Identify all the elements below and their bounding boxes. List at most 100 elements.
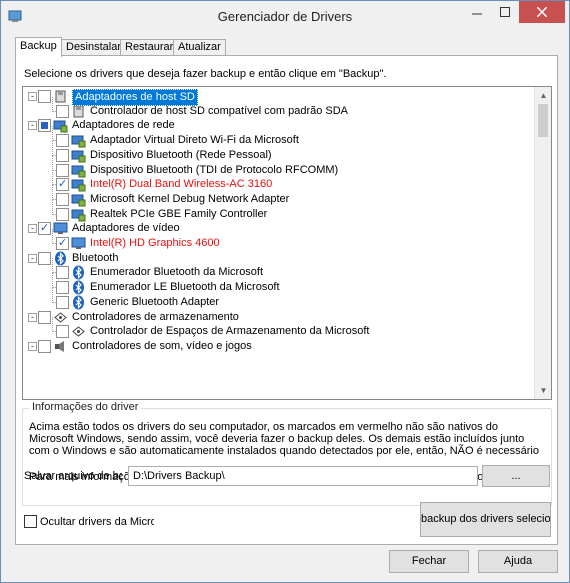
network-adapter-icon: [71, 209, 86, 222]
tab-backup[interactable]: Backup: [15, 37, 62, 57]
tree-scrollbar[interactable]: ▲ ▼: [534, 87, 551, 399]
network-adapter-icon: [71, 194, 86, 207]
tree-driver-item[interactable]: Dispositivo Bluetooth (Rede Pessoal): [23, 140, 533, 163]
tree-driver-item[interactable]: Controlador de Espaços de Armazenamento …: [23, 317, 533, 339]
driver-label[interactable]: Controladores de som, vídeo e jogos: [72, 339, 252, 354]
hide-microsoft-checkbox[interactable]: [24, 515, 37, 528]
tree-category[interactable]: - Adaptadores de rede: [23, 118, 533, 133]
collapse-toggle-icon[interactable]: -: [28, 341, 37, 351]
driver-label[interactable]: Adaptador Virtual Direto Wi-Fi da Micros…: [90, 133, 299, 148]
minimize-button[interactable]: [463, 1, 491, 23]
minimize-icon: [472, 13, 482, 15]
driver-checkbox[interactable]: [38, 119, 51, 133]
driver-label[interactable]: Enumerador LE Bluetooth da Microsoft: [90, 280, 280, 295]
close-button[interactable]: Fechar: [389, 550, 469, 573]
driver-label[interactable]: Generic Bluetooth Adapter: [90, 295, 219, 310]
tree-driver-item[interactable]: Intel(R) Dual Band Wireless-AC 3160: [23, 170, 533, 192]
save-path-label: Salvar arquivo de backup em:: [24, 470, 122, 482]
driver-checkbox[interactable]: [38, 90, 51, 103]
title-bar[interactable]: Gerenciador de Drivers: [1, 1, 569, 32]
driver-label[interactable]: Dispositivo Bluetooth (TDI de Protocolo …: [90, 163, 338, 178]
help-button[interactable]: Ajuda: [478, 550, 558, 573]
driver-checkbox[interactable]: [56, 104, 69, 118]
network-adapter-icon: [71, 150, 86, 163]
driver-checkbox[interactable]: [56, 163, 69, 177]
tab-desinstalar[interactable]: Desinstalar: [61, 39, 127, 56]
tree-category[interactable]: - Bluetooth: [23, 251, 533, 266]
backup-selected-button[interactable]: backup dos drivers selecionados: [420, 502, 551, 537]
driver-checkbox[interactable]: [56, 325, 69, 339]
driver-info-text: Acima estão todos os drivers do seu comp…: [29, 421, 539, 457]
driver-label[interactable]: Adaptadores de rede: [72, 118, 175, 133]
tree-category[interactable]: - Adaptadores de host SD: [23, 89, 533, 106]
driver-checkbox[interactable]: [56, 236, 69, 251]
tree-driver-item[interactable]: Realtek PCIe GBE Family Controller: [23, 199, 533, 222]
browse-button[interactable]: ...: [482, 465, 550, 487]
collapse-toggle-icon[interactable]: -: [28, 253, 37, 263]
driver-info-title: Informações do driver: [29, 401, 142, 413]
driver-checkbox[interactable]: [56, 281, 69, 295]
scroll-down-icon[interactable]: ▼: [535, 382, 551, 399]
tree-category[interactable]: - Controladores de armazenamento: [23, 310, 533, 325]
network-adapter-icon: [53, 120, 68, 133]
hide-microsoft-label[interactable]: Ocultar drivers da Microsoft: [40, 516, 154, 528]
close-window-button[interactable]: [519, 1, 565, 23]
bluetooth-icon: [55, 251, 66, 266]
driver-checkbox[interactable]: [38, 251, 51, 265]
driver-checkbox[interactable]: [56, 207, 69, 221]
maximize-button[interactable]: [491, 1, 519, 23]
tree-category[interactable]: - Controladores de som, vídeo e jogos: [23, 339, 533, 354]
tab-restaurar[interactable]: Restaurar: [120, 39, 179, 56]
bluetooth-icon: [73, 295, 84, 310]
tree-driver-item[interactable]: Enumerador LE Bluetooth da Microsoft: [23, 273, 533, 295]
driver-checkbox[interactable]: [56, 266, 69, 280]
driver-label[interactable]: Adaptadores de vídeo: [72, 221, 180, 236]
driver-checkbox[interactable]: [56, 192, 69, 206]
tree-driver-item[interactable]: Dispositivo Bluetooth (TDI de Protocolo …: [23, 155, 533, 178]
driver-checkbox[interactable]: [56, 295, 69, 309]
driver-label[interactable]: Adaptadores de host SD: [72, 89, 198, 106]
driver-label[interactable]: Controlador de Espaços de Armazenamento …: [90, 324, 369, 339]
driver-label[interactable]: Intel(R) HD Graphics 4600: [90, 236, 220, 251]
driver-tree[interactable]: - Controladores de som, vídeo e jogos Cont…: [22, 86, 552, 400]
speaker-icon: [55, 340, 64, 352]
network-adapter-icon: [71, 165, 86, 177]
driver-label[interactable]: Realtek PCIe GBE Family Controller: [90, 207, 267, 222]
driver-checkbox[interactable]: [38, 339, 51, 353]
tree-driver-item[interactable]: Enumerador Bluetooth da Microsoft: [23, 258, 533, 280]
tab-atualizar[interactable]: Atualizar: [173, 39, 226, 56]
tree-driver-item[interactable]: Microsoft Kernel Debug Network Adapter: [23, 184, 533, 207]
collapse-toggle-icon[interactable]: -: [28, 312, 37, 322]
storage-icon: [72, 326, 85, 337]
driver-checkbox[interactable]: [56, 177, 69, 192]
network-adapter-icon: [71, 135, 86, 148]
driver-manager-window: Gerenciador de Drivers Backup Desinstala…: [0, 0, 570, 583]
tree-category[interactable]: - Adaptadores de vídeo: [23, 221, 533, 236]
driver-checkbox[interactable]: [38, 310, 51, 324]
tree-driver-item[interactable]: Adaptador Virtual Direto Wi-Fi da Micros…: [23, 126, 533, 148]
instruction-text: Selecione os drivers que deseja fazer ba…: [24, 68, 387, 80]
driver-checkbox[interactable]: [56, 148, 69, 162]
save-path-input[interactable]: [128, 466, 478, 486]
sd-card-icon: [55, 90, 66, 103]
driver-label[interactable]: Intel(R) Dual Band Wireless-AC 3160: [90, 177, 272, 192]
network-adapter-icon: [71, 179, 86, 192]
bluetooth-icon: [73, 265, 84, 280]
collapse-toggle-icon[interactable]: -: [28, 224, 37, 234]
collapse-toggle-icon[interactable]: -: [28, 92, 37, 101]
driver-label[interactable]: Dispositivo Bluetooth (Rede Pessoal): [90, 148, 272, 163]
driver-label[interactable]: Enumerador Bluetooth da Microsoft: [90, 265, 263, 280]
monitor-icon: [71, 237, 86, 249]
driver-label[interactable]: Microsoft Kernel Debug Network Adapter: [90, 192, 289, 207]
driver-checkbox[interactable]: [38, 221, 51, 236]
driver-checkbox[interactable]: [56, 134, 69, 148]
collapse-toggle-icon[interactable]: -: [28, 121, 37, 131]
scroll-thumb[interactable]: [538, 104, 548, 137]
driver-label[interactable]: Bluetooth: [72, 251, 118, 266]
tree-driver-item[interactable]: Intel(R) HD Graphics 4600: [23, 229, 533, 251]
scroll-up-icon[interactable]: ▲: [535, 87, 551, 104]
backup-panel: Selecione os drivers que deseja fazer ba…: [15, 55, 558, 545]
driver-label[interactable]: Controladores de armazenamento: [72, 310, 239, 325]
driver-info-group: Informações do driver Acima estão todos …: [22, 401, 552, 506]
tree-driver-item[interactable]: Generic Bluetooth Adapter: [23, 287, 533, 310]
